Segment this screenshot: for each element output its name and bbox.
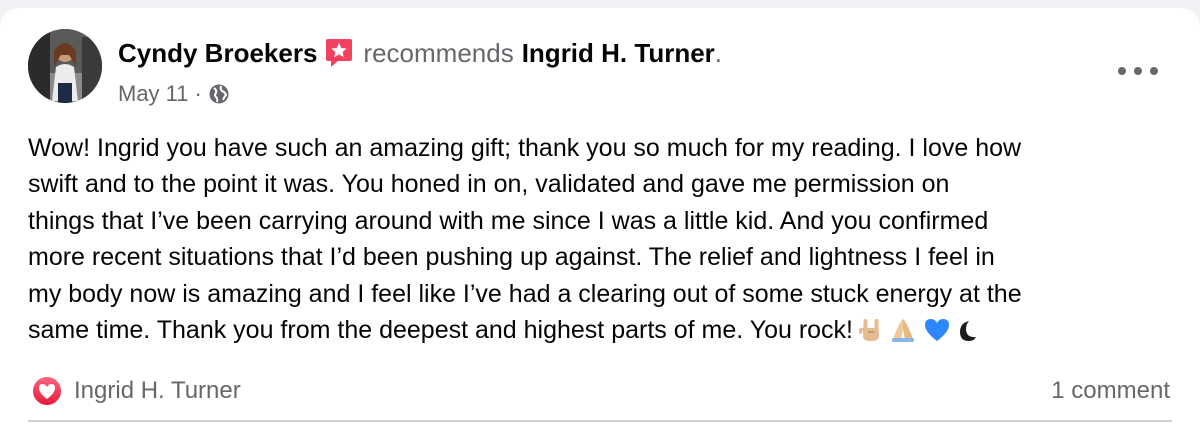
- post-body-line: Wow! Ingrid you have such an amazing gif…: [28, 134, 1022, 162]
- footer-divider: [28, 420, 1172, 422]
- post-body: Wow! Ingrid you have such an amazing gif…: [28, 130, 1178, 353]
- action-text: recommends: [363, 37, 514, 68]
- post-card: Cyndy Broekers recommends Ingrid H. Turn…: [0, 8, 1200, 427]
- crescent-moon-icon: [957, 317, 977, 353]
- folded-hands-icon: [889, 317, 917, 353]
- more-dot: [1150, 67, 1158, 75]
- sentence-period: .: [714, 37, 723, 68]
- reaction-summary[interactable]: Ingrid H. Turner: [30, 374, 241, 408]
- post-header: Cyndy Broekers recommends Ingrid H. Turn…: [118, 35, 722, 71]
- post-date[interactable]: May 11: [118, 81, 189, 107]
- sign-of-the-horns-icon: [858, 317, 883, 353]
- more-dot: [1134, 67, 1142, 75]
- blue-heart-icon: [923, 317, 951, 353]
- author-name[interactable]: Cyndy Broekers: [118, 38, 317, 69]
- love-reaction-icon: [30, 374, 64, 408]
- post-body-last-line: same time. Thank you from the deepest an…: [28, 312, 1178, 353]
- comment-count[interactable]: 1 comment: [1051, 374, 1170, 408]
- more-dot: [1118, 67, 1126, 75]
- post-body-line: my body now is amazing and I feel like I…: [28, 279, 1022, 308]
- post-body-line: swift and to the point it was. You honed…: [28, 170, 950, 199]
- post-body-line: more recent situations that I’d been pus…: [28, 243, 995, 272]
- reactor-name: Ingrid H. Turner: [74, 377, 241, 404]
- globe-icon: [208, 83, 230, 105]
- recommendation-star-icon: [324, 37, 354, 69]
- post-body-line: things that I’ve been carrying around wi…: [28, 206, 989, 235]
- post-body-line: same time. Thank you from the deepest an…: [28, 316, 853, 345]
- meta-separator: ·: [194, 81, 202, 106]
- avatar[interactable]: [28, 29, 102, 103]
- recommended-page-name[interactable]: Ingrid H. Turner: [522, 38, 715, 69]
- more-options-icon[interactable]: [1118, 60, 1158, 82]
- post-meta: May 11 ·: [118, 78, 230, 110]
